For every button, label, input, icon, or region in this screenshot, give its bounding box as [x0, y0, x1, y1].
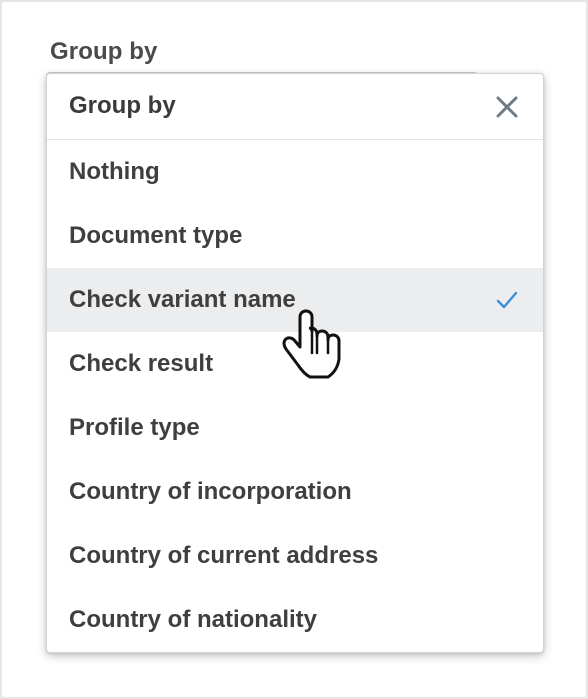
- group-by-field-label: Group by: [50, 38, 158, 65]
- group-by-dropdown: Group by Nothing Document type Check var…: [46, 73, 544, 653]
- option-document-type[interactable]: Document type: [47, 204, 543, 268]
- option-profile-type[interactable]: Profile type: [47, 396, 543, 460]
- option-check-variant-name[interactable]: Check variant name: [47, 268, 543, 332]
- option-label: Country of current address: [69, 542, 379, 569]
- option-label: Country of incorporation: [69, 478, 352, 505]
- dropdown-title: Group by: [69, 92, 176, 119]
- dropdown-header: Group by: [47, 74, 543, 140]
- option-label: Nothing: [69, 158, 160, 185]
- options-list: Nothing Document type Check variant name…: [47, 140, 543, 652]
- close-button[interactable]: [493, 93, 521, 121]
- option-label: Check variant name: [69, 286, 296, 313]
- option-country-of-nationality[interactable]: Country of nationality: [47, 588, 543, 652]
- option-check-result[interactable]: Check result: [47, 332, 543, 396]
- option-country-of-current-address[interactable]: Country of current address: [47, 524, 543, 588]
- close-icon: [496, 96, 518, 118]
- checkmark-icon: [496, 291, 518, 309]
- option-label: Profile type: [69, 414, 200, 441]
- option-label: Country of nationality: [69, 606, 317, 633]
- option-nothing[interactable]: Nothing: [47, 140, 543, 204]
- option-label: Check result: [69, 350, 214, 377]
- option-label: Document type: [69, 222, 243, 249]
- option-country-of-incorporation[interactable]: Country of incorporation: [47, 460, 543, 524]
